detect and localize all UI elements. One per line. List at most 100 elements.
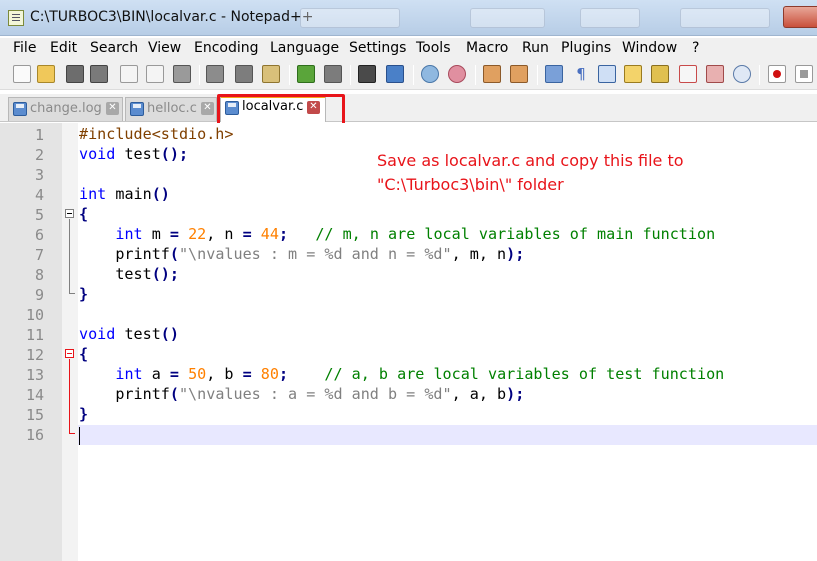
tab-helloc[interactable]: helloc.c ✕	[125, 97, 217, 121]
menu-file[interactable]: File	[13, 40, 36, 56]
indent-guide-icon[interactable]	[598, 65, 616, 83]
menu-encoding[interactable]: Encoding	[194, 40, 259, 56]
saved-file-icon	[13, 102, 27, 116]
doc-map-icon[interactable]	[651, 65, 669, 83]
zoom-in-icon[interactable]	[421, 65, 439, 83]
folder-as-workspace-icon[interactable]	[706, 65, 724, 83]
menu-edit[interactable]: Edit	[50, 40, 77, 56]
notepad-app-icon	[8, 10, 24, 26]
tab-close-icon[interactable]: ✕	[201, 102, 214, 115]
background-taskbar-item	[680, 8, 770, 28]
fold-collapse-icon[interactable]	[65, 209, 74, 218]
window-close-button[interactable]	[783, 6, 817, 28]
function-list-icon[interactable]	[679, 65, 697, 83]
sync-vertical-icon[interactable]	[483, 65, 501, 83]
line-number: 14	[25, 386, 44, 404]
background-taskbar-item	[580, 8, 640, 28]
toolbar-separator	[289, 65, 290, 85]
background-taskbar-item	[300, 8, 400, 28]
toolbar-separator	[350, 65, 351, 85]
menu-language[interactable]: Language	[270, 40, 339, 56]
fold-end-marker	[69, 293, 75, 294]
paste-icon[interactable]	[262, 65, 280, 83]
operator: ;	[278, 225, 289, 243]
fold-end-marker	[69, 433, 75, 434]
tab-close-icon[interactable]: ✕	[106, 102, 119, 115]
line-number: 7	[34, 246, 44, 264]
menu-tools[interactable]: Tools	[416, 40, 451, 56]
preprocessor-directive: #include<stdio.h>	[79, 125, 234, 143]
new-file-icon[interactable]	[13, 65, 31, 83]
print-icon[interactable]	[173, 65, 191, 83]
replace-icon[interactable]	[386, 65, 404, 83]
fold-collapse-icon[interactable]	[65, 349, 74, 358]
menu-plugins[interactable]: Plugins	[561, 40, 611, 56]
open-file-icon[interactable]	[37, 65, 55, 83]
code-line-8: test();	[79, 265, 179, 283]
line-number: 13	[25, 366, 44, 384]
save-icon[interactable]	[66, 65, 84, 83]
undo-icon[interactable]	[297, 65, 315, 83]
line-number: 9	[34, 286, 44, 304]
toolbar-separator	[759, 65, 760, 85]
find-icon[interactable]	[358, 65, 376, 83]
identifier: test	[115, 145, 161, 163]
operator: ()	[151, 185, 170, 203]
menu-help[interactable]: ?	[692, 40, 699, 56]
line-number: 10	[25, 306, 44, 324]
operator: );	[506, 245, 525, 263]
string-literal: "\nvalues : a = %d and b = %d"	[178, 385, 452, 403]
line-number: 8	[34, 266, 44, 284]
save-all-icon[interactable]	[90, 65, 108, 83]
operator: {	[79, 205, 89, 223]
keyword: int	[115, 225, 143, 243]
menu-search[interactable]: Search	[90, 40, 138, 56]
copy-icon[interactable]	[235, 65, 253, 83]
title-bar: C:\TURBOC3\BIN\localvar.c - Notepad++	[0, 0, 817, 36]
tab-change-log[interactable]: change.log ✕	[8, 97, 123, 121]
menu-view[interactable]: View	[148, 40, 181, 56]
operator: ();	[151, 265, 179, 283]
operator: =	[169, 365, 179, 383]
stop-record-icon[interactable]	[795, 65, 813, 83]
redo-icon[interactable]	[324, 65, 342, 83]
operator: =	[169, 225, 179, 243]
identifier: , n	[206, 225, 243, 243]
zoom-out-icon[interactable]	[448, 65, 466, 83]
menu-settings[interactable]: Settings	[349, 40, 406, 56]
comment: // a, b are local variables of test func…	[288, 365, 725, 383]
line-number: 16	[25, 426, 44, 444]
user-defined-language-icon[interactable]	[624, 65, 642, 83]
toolbar-separator	[475, 65, 476, 85]
number-literal: 80	[251, 365, 279, 383]
word-wrap-icon[interactable]	[545, 65, 563, 83]
menu-macro[interactable]: Macro	[466, 40, 508, 56]
code-line-11: void test()	[79, 325, 179, 343]
fold-margin	[62, 123, 78, 561]
identifier: main	[106, 185, 152, 203]
sync-horizontal-icon[interactable]	[510, 65, 528, 83]
identifier: , a, b	[451, 385, 507, 403]
identifier: a	[142, 365, 170, 383]
close-all-icon[interactable]	[146, 65, 164, 83]
cut-icon[interactable]	[206, 65, 224, 83]
operator: ()	[160, 325, 179, 343]
operator: }	[79, 285, 89, 303]
toolbar-separator	[537, 65, 538, 85]
record-macro-icon[interactable]	[768, 65, 786, 83]
string-literal: "\nvalues : m = %d and n = %d"	[178, 245, 452, 263]
annotation-text: Save as localvar.c and copy this file to	[377, 151, 684, 170]
operator: =	[242, 365, 252, 383]
number-literal: 50	[178, 365, 207, 383]
show-all-characters-icon[interactable]: ¶	[572, 65, 590, 83]
monitoring-icon[interactable]	[733, 65, 751, 83]
menu-window[interactable]: Window	[622, 40, 677, 56]
code-line-12: {	[79, 345, 88, 363]
code-editor[interactable]: 1 2 3 4 5 6 7 8 9 10 11 12 13 14 15 16 #…	[0, 123, 817, 561]
close-icon[interactable]	[120, 65, 138, 83]
menu-run[interactable]: Run	[522, 40, 549, 56]
line-number: 4	[34, 186, 44, 204]
code-line-5: {	[79, 205, 88, 223]
